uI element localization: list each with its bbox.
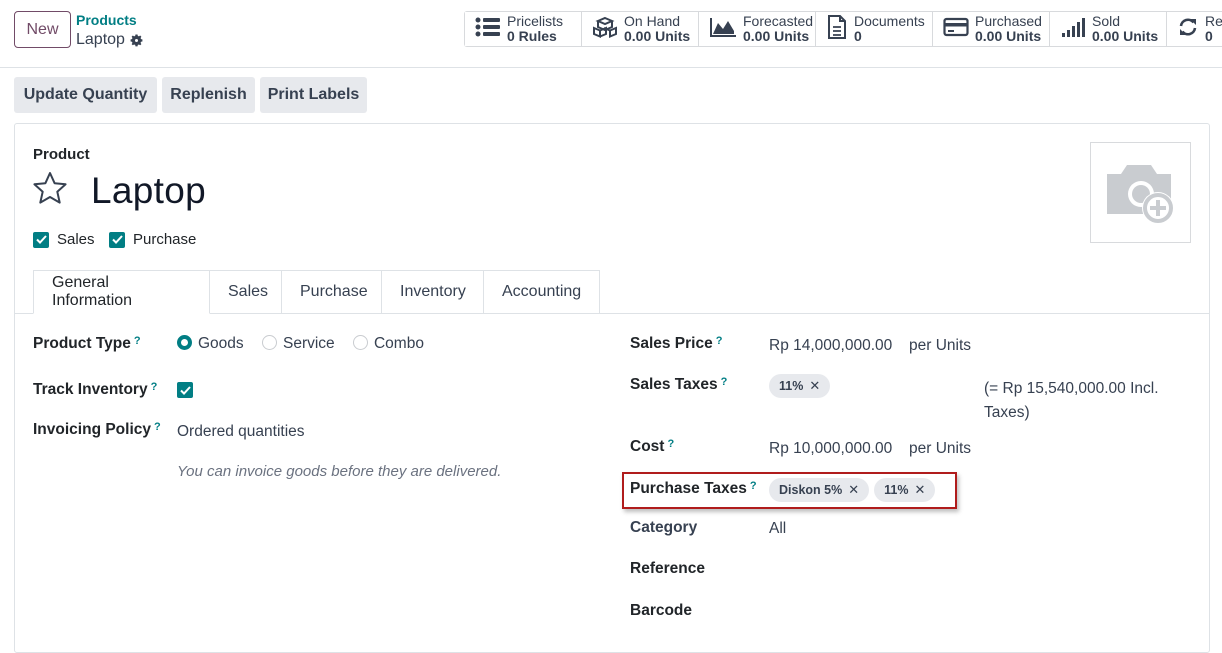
- star-icon[interactable]: [32, 171, 68, 209]
- area-chart-icon: [709, 16, 737, 42]
- replenish-rules-stat-button[interactable]: Re 0: [1167, 12, 1222, 46]
- tab-purchase[interactable]: Purchase: [282, 270, 382, 314]
- stat-value: 0.00 Units: [624, 28, 691, 44]
- notebook-tabs: General Information Sales Purchase Inven…: [33, 270, 600, 314]
- category-field[interactable]: All: [769, 520, 786, 538]
- cubes-icon: [592, 16, 618, 42]
- smart-buttons: Pricelists 0 Rules On Hand 0.00 Units Fore…: [464, 11, 1222, 47]
- stat-value: 0 Rules: [507, 28, 557, 44]
- help-tooltip-icon[interactable]: ?: [721, 376, 728, 388]
- help-tooltip-icon[interactable]: ?: [716, 335, 723, 347]
- cost-field[interactable]: Rp 10,000,000.00: [769, 440, 892, 458]
- help-tooltip-icon[interactable]: ?: [134, 335, 141, 347]
- invoicing-policy-hint: You can invoice goods before they are de…: [177, 463, 502, 480]
- breadcrumb-current: Laptop: [76, 31, 144, 49]
- new-button[interactable]: New: [14, 11, 71, 48]
- reference-label: Reference: [630, 560, 705, 577]
- incl-taxes-text: (= Rp 15,540,000.00 Incl. Taxes): [984, 377, 1159, 425]
- barcode-label: Barcode: [630, 602, 693, 619]
- tab-general-information[interactable]: General Information: [33, 270, 210, 314]
- tab-inventory[interactable]: Inventory: [382, 270, 484, 314]
- incl-taxes-line: (= Rp 15,540,000.00 Incl.: [984, 380, 1159, 397]
- stat-value: 0: [1205, 28, 1213, 44]
- radio-combo[interactable]: Combo: [352, 335, 424, 352]
- incl-taxes-line: Taxes): [984, 404, 1030, 421]
- stat-label: Sold: [1092, 13, 1121, 29]
- cost-label: Cost?: [630, 438, 675, 455]
- tax-tag: 11% ✕: [769, 374, 831, 398]
- radio-goods-label: Goods: [198, 335, 244, 352]
- sold-stat-button[interactable]: Sold 0.00 Units: [1050, 12, 1167, 46]
- stat-value: 0.00 Units: [1092, 28, 1159, 44]
- radio-combo-dot[interactable]: [352, 335, 368, 350]
- product-section-label: Product: [33, 146, 90, 163]
- track-inventory-checkbox[interactable]: [177, 382, 193, 398]
- sales-taxes-field[interactable]: 11% ✕: [769, 374, 835, 398]
- sales-price-unit: per Units: [909, 337, 972, 354]
- sales-taxes-label: Sales Taxes?: [630, 376, 728, 393]
- document-icon: [826, 14, 848, 44]
- stat-value: 0.00 Units: [975, 28, 1042, 44]
- stat-label: Pricelists: [507, 13, 564, 29]
- pricelists-stat-button[interactable]: Pricelists 0 Rules: [465, 12, 582, 46]
- control-panel: New Products Laptop Pricelists 0 Rules On…: [0, 0, 1222, 68]
- stat-label: Re: [1205, 13, 1222, 29]
- purchase-checkbox-row[interactable]: Purchase: [109, 231, 196, 248]
- credit-card-icon: [943, 16, 969, 42]
- bar-chart-icon: [1060, 16, 1086, 42]
- documents-stat-button[interactable]: Documents 0: [816, 12, 933, 46]
- purchase-checkbox[interactable]: [109, 231, 125, 248]
- cost-unit: per Units: [909, 440, 972, 457]
- sales-checkbox[interactable]: [33, 231, 49, 248]
- tab-accounting[interactable]: Accounting: [484, 270, 600, 314]
- product-name-field[interactable]: Laptop: [91, 170, 206, 212]
- stat-label: Documents: [854, 13, 925, 29]
- category-label: Category: [630, 519, 698, 536]
- sales-price-label: Sales Price?: [630, 335, 723, 352]
- remove-tag-icon[interactable]: ✕: [809, 378, 820, 394]
- purchase-taxes-highlight-box: [622, 472, 957, 509]
- radio-service-dot[interactable]: [261, 335, 277, 350]
- radio-service-label: Service: [282, 335, 335, 352]
- update-quantity-button[interactable]: Update Quantity: [14, 77, 157, 113]
- help-tooltip-icon[interactable]: ?: [151, 381, 158, 393]
- sales-checkbox-label: Sales: [57, 231, 95, 248]
- gear-icon[interactable]: [129, 33, 144, 48]
- help-tooltip-icon[interactable]: ?: [667, 438, 674, 450]
- purchased-stat-button[interactable]: Purchased 0.00 Units: [933, 12, 1050, 46]
- track-inventory-label: Track Inventory?: [33, 381, 158, 398]
- tax-tag-label: 11%: [779, 379, 804, 393]
- radio-goods-dot[interactable]: [177, 335, 192, 350]
- invoicing-policy-select[interactable]: Ordered quantities: [177, 423, 305, 441]
- refresh-icon: [1177, 16, 1199, 42]
- breadcrumb-products-link[interactable]: Products: [76, 12, 137, 28]
- help-tooltip-icon[interactable]: ?: [154, 421, 161, 433]
- stat-label: Purchased: [975, 13, 1042, 29]
- product-type-label: Product Type?: [33, 335, 141, 352]
- stat-label: On Hand: [624, 13, 681, 29]
- replenish-button[interactable]: Replenish: [162, 77, 255, 113]
- print-labels-button[interactable]: Print Labels: [260, 77, 367, 113]
- list-icon: [475, 16, 501, 42]
- product-image-upload[interactable]: [1090, 142, 1191, 243]
- breadcrumb-current-label: Laptop: [76, 31, 125, 48]
- stat-value: 0: [854, 28, 862, 44]
- product-type-radio-group: Goods Service Combo: [177, 335, 424, 353]
- stat-label: Forecasted: [743, 13, 814, 29]
- on-hand-stat-button[interactable]: On Hand 0.00 Units: [582, 12, 699, 46]
- radio-goods[interactable]: Goods: [177, 335, 244, 352]
- sales-checkbox-row[interactable]: Sales: [33, 231, 95, 248]
- purchase-checkbox-label: Purchase: [133, 231, 197, 248]
- camera-plus-icon: [1101, 156, 1181, 230]
- stat-value: 0.00 Units: [743, 28, 810, 44]
- sales-price-field[interactable]: Rp 14,000,000.00: [769, 337, 892, 355]
- radio-service[interactable]: Service: [261, 335, 335, 352]
- radio-combo-label: Combo: [373, 335, 424, 352]
- invoicing-policy-label: Invoicing Policy?: [33, 421, 161, 438]
- forecasted-stat-button[interactable]: Forecasted 0.00 Units: [699, 12, 816, 46]
- tab-sales[interactable]: Sales: [210, 270, 282, 314]
